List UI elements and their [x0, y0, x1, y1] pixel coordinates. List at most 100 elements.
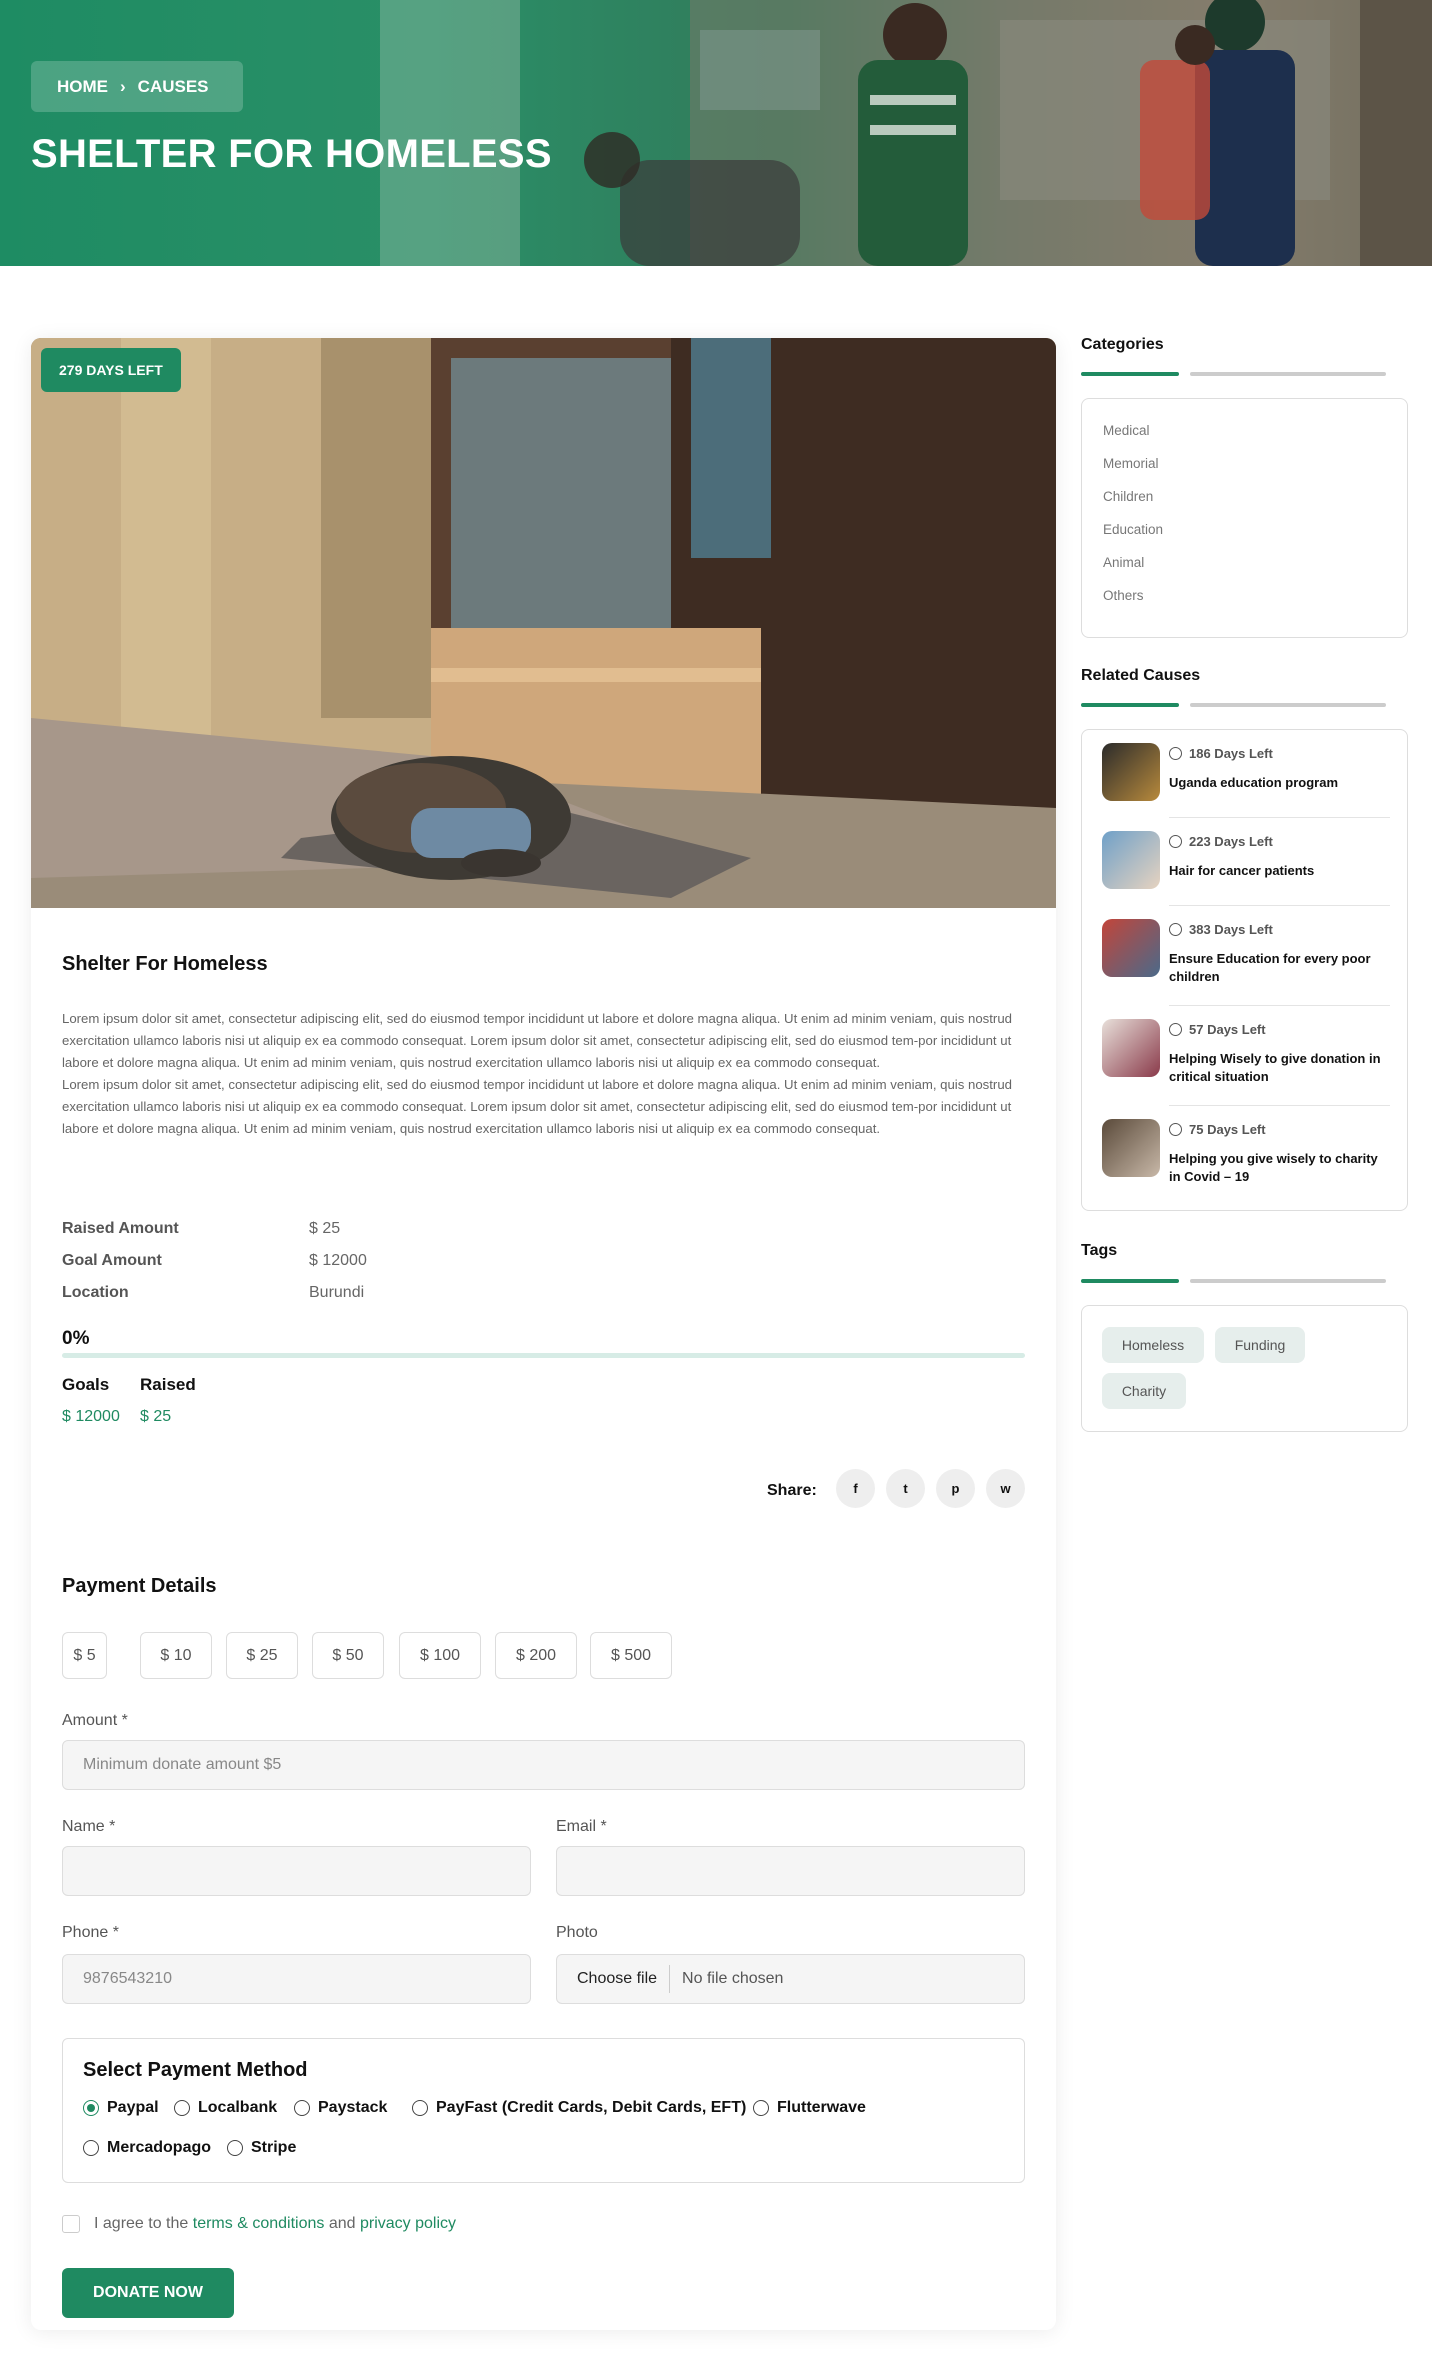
name-input[interactable]: [62, 1846, 531, 1896]
category-education[interactable]: Education: [1103, 522, 1163, 537]
agree-text: I agree to the terms & conditions and pr…: [94, 2215, 456, 2233]
tag-charity[interactable]: Charity: [1102, 1373, 1186, 1409]
photo-file-input[interactable]: Choose file No file chosen: [556, 1954, 1025, 2004]
payment-method-title: Select Payment Method: [83, 2059, 308, 2081]
amount-option-5[interactable]: $ 5: [62, 1632, 107, 1679]
related-cause-title[interactable]: Helping Wisely to give donation in criti…: [1169, 1050, 1389, 1086]
category-animal[interactable]: Animal: [1103, 555, 1144, 570]
method-paystack[interactable]: Paystack: [294, 2099, 387, 2117]
radio-icon[interactable]: [412, 2100, 428, 2116]
method-mercadopago[interactable]: Mercadopago: [83, 2139, 211, 2157]
agree-checkbox[interactable]: [62, 2215, 80, 2233]
progress-percent: 0%: [62, 1328, 90, 1349]
amount-option-25[interactable]: $ 25: [226, 1632, 298, 1679]
related-cause-days: 75 Days Left: [1169, 1122, 1266, 1137]
breadcrumb-home[interactable]: HOME: [57, 77, 108, 97]
whatsapp-icon[interactable]: w: [986, 1469, 1025, 1508]
raised-label: Raised: [140, 1375, 196, 1394]
breadcrumb-separator: ›: [120, 76, 126, 96]
facebook-icon[interactable]: f: [836, 1469, 875, 1508]
tag-funding[interactable]: Funding: [1215, 1327, 1305, 1363]
method-stripe[interactable]: Stripe: [227, 2139, 296, 2157]
category-medical[interactable]: Medical: [1103, 423, 1150, 438]
description-paragraph: Lorem ipsum dolor sit amet, consectetur …: [62, 1077, 1012, 1136]
info-value: $ 12000: [309, 1252, 367, 1269]
amount-input[interactable]: Minimum donate amount $5: [62, 1740, 1025, 1790]
method-label: Flutterwave: [777, 2099, 866, 2116]
amount-option-50[interactable]: $ 50: [312, 1632, 384, 1679]
related-cause-title[interactable]: Helping you give wisely to charity in Co…: [1169, 1150, 1389, 1186]
method-label: Mercadopago: [107, 2139, 212, 2156]
goals-value: $ 12000: [62, 1408, 120, 1425]
tag-homeless[interactable]: Homeless: [1102, 1327, 1204, 1363]
email-input[interactable]: [556, 1846, 1025, 1896]
tags-box: Homeless Funding Charity: [1081, 1305, 1408, 1432]
related-cause-title[interactable]: Uganda education program: [1169, 774, 1389, 792]
related-cause-thumbnail[interactable]: [1102, 831, 1160, 889]
section-underline: [1081, 703, 1386, 707]
agree-prefix: I agree to the: [94, 2215, 189, 2232]
choose-file-button[interactable]: Choose file: [557, 1965, 671, 1993]
method-paypal[interactable]: Paypal: [83, 2099, 159, 2117]
clock-icon: [1169, 835, 1182, 848]
cause-title: Shelter For Homeless: [62, 953, 268, 975]
twitter-icon[interactable]: t: [886, 1469, 925, 1508]
radio-icon[interactable]: [227, 2140, 243, 2156]
amount-option-100[interactable]: $ 100: [399, 1632, 481, 1679]
related-cause-item[interactable]: 186 Days Left Uganda education program: [1094, 730, 1390, 818]
category-children[interactable]: Children: [1103, 489, 1153, 504]
info-row-location: Location Burundi: [62, 1284, 364, 1302]
related-cause-thumbnail[interactable]: [1102, 919, 1160, 977]
radio-selected-icon[interactable]: [83, 2100, 99, 2116]
categories-box: Medical Memorial Children Education Anim…: [1081, 398, 1408, 638]
info-label: Raised Amount: [62, 1220, 179, 1237]
tags-title: Tags: [1081, 1242, 1118, 1259]
related-cause-item[interactable]: 223 Days Left Hair for cancer patients: [1094, 818, 1390, 906]
radio-icon[interactable]: [753, 2100, 769, 2116]
related-cause-title[interactable]: Ensure Education for every poor children: [1169, 950, 1389, 986]
related-cause-days: 186 Days Left: [1169, 746, 1273, 761]
related-cause-thumbnail[interactable]: [1102, 1119, 1160, 1177]
related-cause-days: 57 Days Left: [1169, 1022, 1266, 1037]
info-row-raised: Raised Amount $ 25: [62, 1220, 340, 1238]
related-cause-item[interactable]: 57 Days Left Helping Wisely to give dona…: [1094, 1006, 1390, 1106]
days-text: 383 Days Left: [1189, 922, 1273, 937]
related-cause-thumbnail[interactable]: [1102, 743, 1160, 801]
related-cause-days: 383 Days Left: [1169, 922, 1273, 937]
method-label: Localbank: [198, 2099, 278, 2116]
info-value: $ 25: [309, 1220, 341, 1237]
method-flutterwave[interactable]: Flutterwave: [753, 2099, 866, 2117]
clock-icon: [1169, 747, 1182, 760]
breadcrumb-causes[interactable]: CAUSES: [138, 77, 209, 97]
amount-option-200[interactable]: $ 200: [495, 1632, 577, 1679]
radio-icon[interactable]: [83, 2140, 99, 2156]
amount-label: Amount *: [62, 1712, 128, 1729]
agree-and: and: [328, 2215, 356, 2232]
category-memorial[interactable]: Memorial: [1103, 456, 1159, 471]
days-text: 57 Days Left: [1189, 1022, 1266, 1037]
payment-method-box: Select Payment Method Paypal Localbank P…: [62, 2038, 1025, 2183]
related-cause-item[interactable]: 383 Days Left Ensure Education for every…: [1094, 906, 1390, 1006]
method-label: Paypal: [107, 2099, 159, 2116]
related-cause-title[interactable]: Hair for cancer patients: [1169, 862, 1389, 880]
method-localbank[interactable]: Localbank: [174, 2099, 277, 2117]
amount-option-10[interactable]: $ 10: [140, 1632, 212, 1679]
breadcrumb: HOME › CAUSES: [31, 61, 243, 112]
radio-icon[interactable]: [294, 2100, 310, 2116]
method-payfast[interactable]: PayFast (Credit Cards, Debit Cards, EFT): [412, 2099, 746, 2117]
category-others[interactable]: Others: [1103, 588, 1144, 603]
cause-detail-card: 279 DAYS LEFT Shelter For Homeless Lorem…: [31, 338, 1056, 2330]
donate-now-button[interactable]: DONATE NOW: [62, 2268, 234, 2318]
related-causes-title: Related Causes: [1081, 667, 1201, 684]
related-cause-item[interactable]: 75 Days Left Helping you give wisely to …: [1094, 1106, 1390, 1206]
privacy-link[interactable]: privacy policy: [360, 2215, 456, 2232]
amount-option-500[interactable]: $ 500: [590, 1632, 672, 1679]
description-paragraph: Lorem ipsum dolor sit amet, consectetur …: [62, 1011, 1012, 1070]
related-cause-thumbnail[interactable]: [1102, 1019, 1160, 1077]
terms-link[interactable]: terms & conditions: [193, 2215, 325, 2232]
radio-icon[interactable]: [174, 2100, 190, 2116]
pinterest-icon[interactable]: p: [936, 1469, 975, 1508]
days-text: 223 Days Left: [1189, 834, 1273, 849]
phone-label: Phone *: [62, 1924, 119, 1941]
phone-input[interactable]: 9876543210: [62, 1954, 531, 2004]
